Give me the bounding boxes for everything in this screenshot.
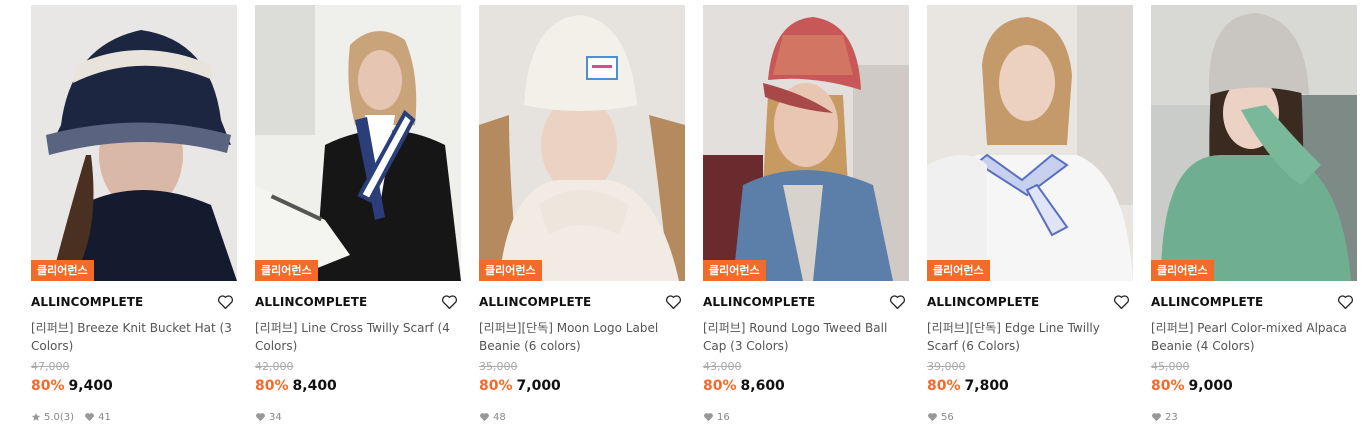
brand-name[interactable]: ALLINCOMPLETE — [927, 295, 1039, 309]
heart-filled-icon — [1152, 413, 1161, 422]
sale-price: 9,000 — [1188, 378, 1233, 394]
sale-price: 7,800 — [964, 378, 1009, 394]
brand-name[interactable]: ALLINCOMPLETE — [479, 295, 591, 309]
product-photo-beanie — [479, 5, 685, 281]
original-price: 42,000 — [255, 360, 294, 373]
product-photo-twilly-scarf — [255, 5, 461, 281]
product-name[interactable]: [리퍼브] Breeze Knit Bucket Hat (3 Colors) — [31, 319, 237, 355]
product-card[interactable]: 클리어런스 ALLINCOMPLETE [리퍼브] Breeze Knit Bu… — [31, 5, 237, 424]
wishlist-heart-icon[interactable] — [441, 294, 458, 310]
product-photo-edge-scarf — [927, 5, 1133, 281]
likes-value: 48 — [493, 411, 506, 423]
price-row: 80% 9,000 — [1151, 377, 1357, 395]
heart-filled-icon — [85, 413, 95, 422]
product-photo-bucket-hat — [31, 5, 237, 281]
clearance-badge: 클리어런스 — [927, 260, 990, 281]
price-row: 80% 9,400 — [31, 377, 237, 395]
heart-filled-icon — [256, 413, 265, 422]
star-icon — [31, 412, 41, 421]
sale-price: 9,400 — [68, 378, 113, 394]
product-card[interactable]: 클리어런스 ALLINCOMPLETE [리퍼브][단독] Edge Line … — [927, 5, 1133, 424]
like-count: 16 — [703, 412, 730, 423]
product-meta: 56 — [927, 410, 1133, 424]
product-image[interactable]: 클리어런스 — [703, 5, 909, 281]
price-row: 80% 7,000 — [479, 377, 685, 395]
like-count: 23 — [1151, 412, 1178, 423]
original-price: 47,000 — [31, 360, 70, 373]
product-name[interactable]: [리퍼브] Line Cross Twilly Scarf (4 Colors) — [255, 319, 461, 355]
likes-value: 23 — [1165, 411, 1178, 423]
product-name[interactable]: [리퍼브][단독] Moon Logo Label Beanie (6 colo… — [479, 319, 685, 355]
like-count: 48 — [479, 412, 506, 423]
wishlist-heart-icon[interactable] — [1113, 294, 1130, 310]
likes-value: 41 — [98, 411, 111, 423]
sale-price: 8,400 — [292, 378, 337, 394]
product-photo-alpaca-beanie — [1151, 5, 1357, 281]
product-image[interactable]: 클리어런스 — [479, 5, 685, 281]
discount-rate: 80% — [31, 378, 65, 394]
likes-value: 34 — [269, 411, 282, 423]
product-image[interactable]: 클리어런스 — [927, 5, 1133, 281]
heart-filled-icon — [704, 413, 713, 422]
sale-price: 8,600 — [740, 378, 785, 394]
product-card[interactable]: 클리어런스 ALLINCOMPLETE [리퍼브] Round Logo Twe… — [703, 5, 909, 424]
discount-rate: 80% — [927, 378, 961, 394]
heart-filled-icon — [480, 413, 489, 422]
wishlist-heart-icon[interactable] — [665, 294, 682, 310]
likes-value: 56 — [941, 411, 954, 423]
price-row: 80% 7,800 — [927, 377, 1133, 395]
discount-rate: 80% — [479, 378, 513, 394]
review-count: (3) — [59, 411, 75, 423]
brand-name[interactable]: ALLINCOMPLETE — [255, 295, 367, 309]
product-meta: 16 — [703, 410, 909, 424]
product-card[interactable]: 클리어런스 ALLINCOMPLETE [리퍼브][단독] Moon Logo … — [479, 5, 685, 424]
original-price: 43,000 — [703, 360, 742, 373]
like-count: 41 — [84, 412, 111, 423]
price-row: 80% 8,400 — [255, 377, 461, 395]
like-count: 56 — [927, 412, 954, 423]
product-meta: 5.0 (3) 41 — [31, 410, 237, 424]
product-name[interactable]: [리퍼브][단독] Edge Line Twilly Scarf (6 Colo… — [927, 319, 1133, 355]
wishlist-heart-icon[interactable] — [217, 294, 234, 310]
product-image[interactable]: 클리어런스 — [255, 5, 461, 281]
wishlist-heart-icon[interactable] — [1337, 294, 1354, 310]
product-grid: 클리어런스 ALLINCOMPLETE [리퍼브] Breeze Knit Bu… — [31, 5, 1357, 424]
clearance-badge: 클리어런스 — [479, 260, 542, 281]
discount-rate: 80% — [255, 378, 289, 394]
product-photo-ball-cap — [703, 5, 909, 281]
like-count: 34 — [255, 412, 282, 423]
price-row: 80% 8,600 — [703, 377, 909, 395]
clearance-badge: 클리어런스 — [703, 260, 766, 281]
discount-rate: 80% — [1151, 378, 1185, 394]
product-meta: 34 — [255, 410, 461, 424]
rating: 5.0 (3) — [31, 412, 74, 423]
product-meta: 23 — [1151, 410, 1357, 424]
product-image[interactable]: 클리어런스 — [1151, 5, 1357, 281]
brand-name[interactable]: ALLINCOMPLETE — [1151, 295, 1263, 309]
product-meta: 48 — [479, 410, 685, 424]
likes-value: 16 — [717, 411, 730, 423]
rating-value: 5.0 — [44, 411, 60, 423]
original-price: 35,000 — [479, 360, 518, 373]
heart-filled-icon — [928, 413, 937, 422]
clearance-badge: 클리어런스 — [1151, 260, 1214, 281]
product-card[interactable]: 클리어런스 ALLINCOMPLETE [리퍼브] Pearl Color-mi… — [1151, 5, 1357, 424]
product-card[interactable]: 클리어런스 ALLINCOMPLETE [리퍼브] Line Cross Twi… — [255, 5, 461, 424]
wishlist-heart-icon[interactable] — [889, 294, 906, 310]
discount-rate: 80% — [703, 378, 737, 394]
brand-name[interactable]: ALLINCOMPLETE — [703, 295, 815, 309]
clearance-badge: 클리어런스 — [255, 260, 318, 281]
product-name[interactable]: [리퍼브] Round Logo Tweed Ball Cap (3 Color… — [703, 319, 909, 355]
product-image[interactable]: 클리어런스 — [31, 5, 237, 281]
sale-price: 7,000 — [516, 378, 561, 394]
brand-name[interactable]: ALLINCOMPLETE — [31, 295, 143, 309]
original-price: 45,000 — [1151, 360, 1190, 373]
product-name[interactable]: [리퍼브] Pearl Color-mixed Alpaca Beanie (4… — [1151, 319, 1357, 355]
clearance-badge: 클리어런스 — [31, 260, 94, 281]
original-price: 39,000 — [927, 360, 966, 373]
